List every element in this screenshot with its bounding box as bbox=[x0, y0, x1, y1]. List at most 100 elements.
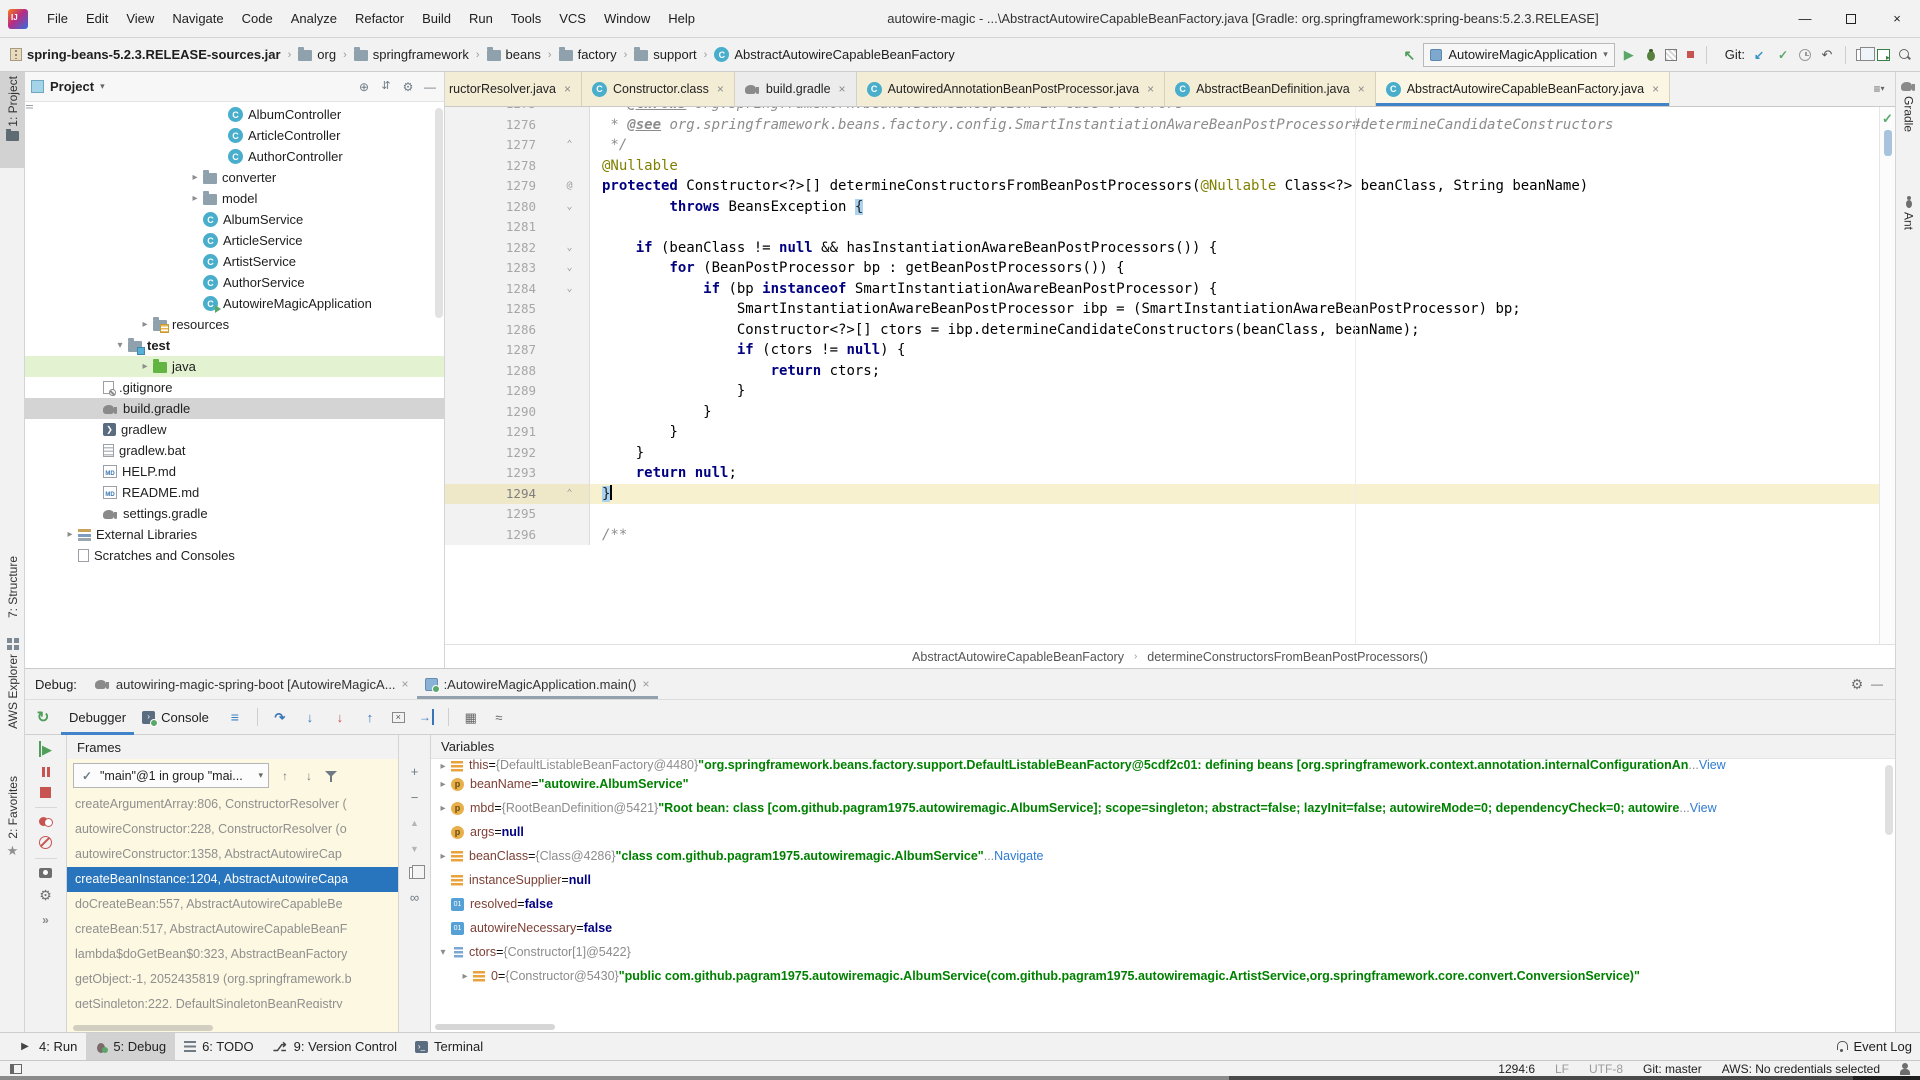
frame-row[interactable]: getObject:-1, 2052435819 (org.springfram… bbox=[67, 967, 398, 992]
value-link[interactable]: Navigate bbox=[994, 849, 1043, 863]
frames-hscrollbar[interactable] bbox=[73, 1025, 213, 1031]
breadcrumb-item[interactable]: org bbox=[296, 47, 338, 62]
menu-file[interactable]: File bbox=[38, 0, 77, 38]
frame-row[interactable]: lambda$doGetBean$0:323, AbstractBeanFact… bbox=[67, 942, 398, 967]
settings-icon[interactable]: ⚙ bbox=[38, 887, 54, 903]
fold-marker-icon[interactable]: ⌃ bbox=[550, 484, 590, 505]
menu-navigate[interactable]: Navigate bbox=[163, 0, 232, 38]
maximize-button[interactable] bbox=[1828, 0, 1874, 38]
play-icon[interactable]: ▶ bbox=[1621, 47, 1637, 63]
toolwindow-button-terminal[interactable]: ›_Terminal bbox=[406, 1033, 492, 1061]
bug-run-icon[interactable] bbox=[1645, 48, 1657, 62]
tree-item-test[interactable]: ▾test bbox=[25, 335, 444, 356]
coverage-icon[interactable] bbox=[1665, 49, 1677, 61]
tree-item-readme-md[interactable]: MDREADME.md bbox=[25, 482, 444, 503]
toolwindow-button-4-run[interactable]: ▶4: Run bbox=[8, 1033, 86, 1061]
line-number[interactable]: 1287 bbox=[445, 340, 550, 361]
line-number[interactable]: 1281 bbox=[445, 217, 550, 238]
menu-tools[interactable]: Tools bbox=[502, 0, 550, 38]
line-number[interactable]: 1292 bbox=[445, 443, 550, 464]
tree-item-settings-gradle[interactable]: settings.gradle bbox=[25, 503, 444, 524]
status-item-git[interactable]: Git: master bbox=[1643, 1062, 1702, 1076]
tree-item-gradlew[interactable]: ❯gradlew bbox=[25, 419, 444, 440]
override-marker-icon[interactable]: @ bbox=[550, 176, 590, 197]
rerun-icon[interactable]: ↻ bbox=[35, 709, 51, 725]
hide-debug-panel-icon[interactable]: — bbox=[1869, 676, 1885, 692]
tree-item-scratches-and-consoles[interactable]: Scratches and Consoles bbox=[25, 545, 444, 566]
editor-tab-constructor-class[interactable]: CConstructor.class× bbox=[582, 72, 735, 106]
editor-tab-build-gradle[interactable]: build.gradle× bbox=[735, 72, 857, 106]
debug-settings-icon[interactable]: ⚙ bbox=[1849, 676, 1865, 692]
update-icon[interactable]: ↙ bbox=[1751, 47, 1767, 63]
variable-row[interactable]: 01resolved = false bbox=[435, 892, 1895, 916]
more-icon[interactable]: » bbox=[38, 912, 54, 928]
chevron-right-icon[interactable]: ▸ bbox=[457, 971, 473, 982]
tree-item-help-md[interactable]: MDHELP.md bbox=[25, 461, 444, 482]
variable-row[interactable]: pargs = null bbox=[435, 820, 1895, 844]
breadcrumb-item[interactable]: springframework bbox=[352, 47, 471, 62]
code-editor[interactable]: 1275 * @throws org.springframework.beans… bbox=[445, 107, 1879, 644]
stop-process-icon[interactable] bbox=[40, 787, 51, 798]
value-link[interactable]: View bbox=[1699, 759, 1726, 772]
menu-code[interactable]: Code bbox=[233, 0, 282, 38]
variable-row[interactable]: ▾ctors = {Constructor[1]@5422} bbox=[435, 940, 1895, 964]
run-config-select[interactable]: AutowireMagicApplication ▾ bbox=[1423, 43, 1614, 67]
variables-hscrollbar[interactable] bbox=[435, 1024, 555, 1030]
line-number[interactable]: 1288 bbox=[445, 361, 550, 382]
close-tab-icon[interactable]: × bbox=[1652, 82, 1659, 96]
variable-row[interactable]: ▸0 = {Constructor@5430} "public com.gith… bbox=[435, 964, 1895, 988]
tree-item-articleservice[interactable]: CArticleService bbox=[25, 230, 444, 251]
menu-vcs[interactable]: VCS bbox=[550, 0, 595, 38]
status-item-1294[interactable]: 1294:6 bbox=[1498, 1062, 1535, 1076]
variable-row[interactable]: 01autowireNecessary = false bbox=[435, 916, 1895, 940]
sidebar-item-aws-explorer[interactable]: AWS Explorer bbox=[0, 634, 25, 733]
line-number[interactable]: 1275 bbox=[445, 107, 550, 115]
tab-debugger[interactable]: Debugger bbox=[61, 699, 134, 735]
search-icon[interactable] bbox=[1898, 48, 1912, 62]
variable-row[interactable]: ▸pbeanName = "autowire.AlbumService" bbox=[435, 772, 1895, 796]
tab-list-icon[interactable]: ≡ bbox=[1871, 81, 1887, 97]
toolwindow-button-5-debug[interactable]: 5: Debug bbox=[86, 1033, 175, 1061]
frame-row[interactable]: doCreateBean:557, AbstractAutowireCapabl… bbox=[67, 892, 398, 917]
tree-item--gitignore[interactable]: .gitignore bbox=[25, 377, 444, 398]
line-number[interactable]: 1282 bbox=[445, 238, 550, 259]
line-number[interactable]: 1291 bbox=[445, 422, 550, 443]
tree-item-autowiremagicapplication[interactable]: CAutowireMagicApplication bbox=[25, 293, 444, 314]
sidebar-item-project[interactable]: 1: Project bbox=[0, 72, 25, 168]
chevron-right-icon[interactable]: ▸ bbox=[187, 172, 203, 183]
hide-library-frames-icon[interactable] bbox=[325, 770, 337, 782]
tree-item-albumcontroller[interactable]: CAlbumController bbox=[25, 104, 444, 125]
close-tab-icon[interactable]: × bbox=[642, 677, 649, 691]
step-into-icon[interactable]: ↓ bbox=[302, 709, 318, 725]
project-scrollbar-thumb[interactable] bbox=[435, 108, 443, 318]
line-number[interactable]: 1285 bbox=[445, 299, 550, 320]
chevron-down-icon[interactable]: ▾ bbox=[100, 81, 105, 92]
breadcrumb-item[interactable]: CAbstractAutowireCapableBeanFactory bbox=[712, 47, 956, 62]
breadcrumb-item[interactable]: spring-beans-5.2.3.RELEASE-sources.jar bbox=[8, 47, 283, 62]
hector-icon[interactable] bbox=[1900, 1063, 1910, 1075]
line-number[interactable]: 1289 bbox=[445, 381, 550, 402]
chevron-right-icon[interactable]: ▸ bbox=[137, 361, 153, 372]
breadcrumb-method[interactable]: determineConstructorsFromBeanPostProcess… bbox=[1147, 650, 1428, 664]
line-number[interactable]: 1277 bbox=[445, 135, 550, 156]
chevron-right-icon[interactable]: ▸ bbox=[62, 529, 78, 540]
mute-breakpoints-icon[interactable] bbox=[39, 836, 52, 849]
status-item-aws[interactable]: AWS: No credentials selected bbox=[1722, 1062, 1880, 1076]
menu-refactor[interactable]: Refactor bbox=[346, 0, 413, 38]
line-number[interactable]: 1290 bbox=[445, 402, 550, 423]
chevron-right-icon[interactable]: ▸ bbox=[435, 779, 451, 790]
tree-item-java[interactable]: ▸java bbox=[25, 356, 444, 377]
fold-marker-icon[interactable]: ⌄ bbox=[550, 258, 590, 279]
step-over-icon[interactable]: ↷ bbox=[272, 709, 288, 725]
force-step-into-icon[interactable]: ↓ bbox=[332, 709, 348, 725]
editor-tab-autowiredannotationbeanpostprocessor-java[interactable]: CAutowiredAnnotationBeanPostProcessor.ja… bbox=[857, 72, 1166, 106]
line-number[interactable]: 1283 bbox=[445, 258, 550, 279]
view-breakpoints-icon[interactable] bbox=[39, 817, 53, 827]
undo-icon[interactable]: ↶ bbox=[1819, 47, 1835, 63]
fold-marker-icon[interactable]: ⌄ bbox=[550, 279, 590, 300]
tree-item-model[interactable]: ▸model bbox=[25, 188, 444, 209]
frame-row[interactable]: createArgumentArray:806, ConstructorReso… bbox=[67, 792, 398, 817]
move-up-icon[interactable]: ▲ bbox=[407, 815, 423, 831]
chevron-right-icon[interactable]: ▸ bbox=[435, 851, 451, 862]
scrollbar-thumb[interactable] bbox=[1884, 130, 1892, 156]
